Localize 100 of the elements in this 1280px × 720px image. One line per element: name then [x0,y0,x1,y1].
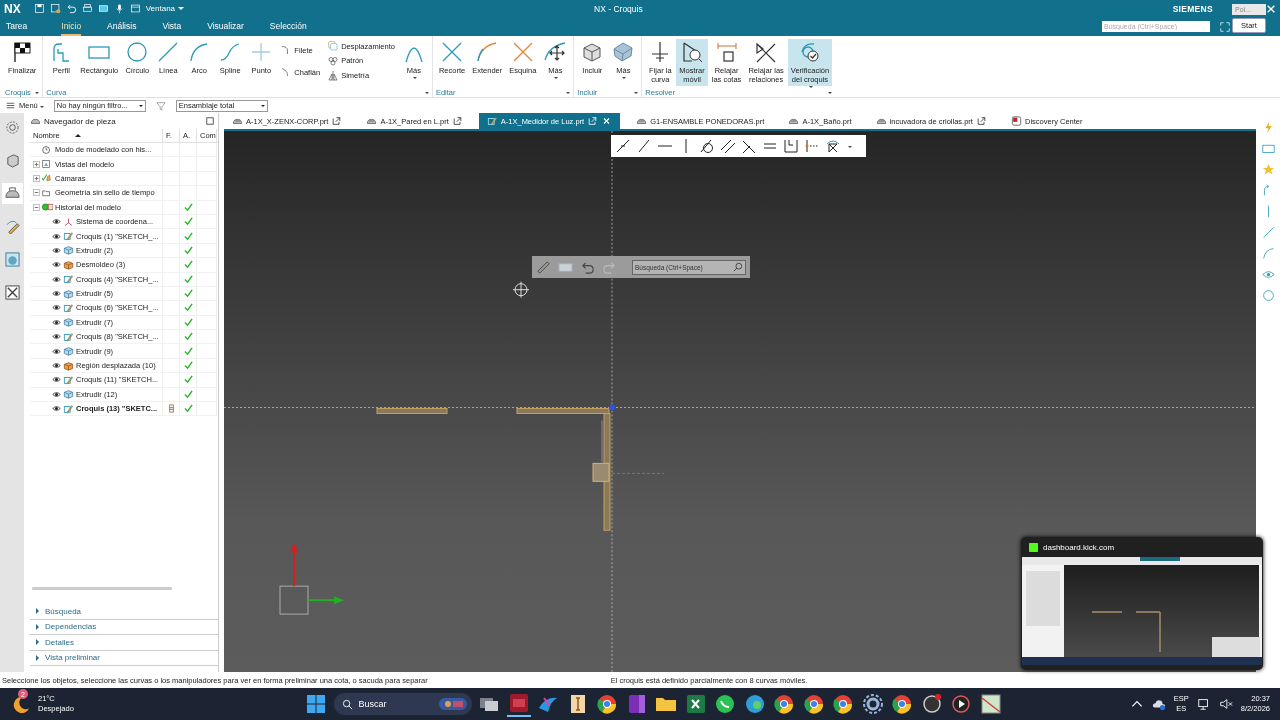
menu-tab[interactable]: Inicio [61,17,82,36]
section-header[interactable]: Búsqueda [30,604,218,620]
caret-icon [554,77,559,79]
relations-icon[interactable] [825,138,841,154]
expander-icon[interactable] [33,160,40,168]
app-logo-icon [1029,542,1038,552]
eye-icon[interactable] [52,346,61,356]
slash-line-icon[interactable] [636,138,652,154]
axes-icon [63,216,74,227]
maximize-icon[interactable] [206,117,214,125]
play-icon[interactable] [949,692,973,716]
windows-icon[interactable] [129,3,141,14]
axis-line [601,419,603,463]
perpendicular-icon[interactable] [741,138,757,154]
start-icon[interactable] [304,692,328,716]
part-icon [636,116,648,126]
cloud-icon[interactable] [1151,697,1166,711]
preview-window[interactable]: dashboard.kick.com [1021,537,1263,670]
chat-icon[interactable] [713,692,737,716]
screen-icon[interactable] [97,3,109,14]
sketch-icon [63,403,74,414]
caret-icon[interactable] [566,92,571,94]
menu-tab[interactable]: Visualizar [207,17,244,36]
block-icon [63,317,74,328]
caret-icon[interactable] [424,92,429,94]
circle-icon [125,40,150,64]
menu-tab[interactable]: Vista [162,17,182,36]
menu-tab[interactable]: Selección [269,17,307,36]
eye-icon[interactable] [52,389,61,399]
bracket-icon[interactable] [783,138,799,154]
undo-icon[interactable] [65,3,77,14]
open-window-icon[interactable] [975,116,987,126]
sketch-mark-icon [166,404,176,414]
eye-icon[interactable] [52,303,61,313]
eye-icon[interactable] [52,375,61,385]
caret-icon[interactable] [848,146,852,148]
caret-icon[interactable] [35,92,40,94]
menu-tab[interactable]: Análisis [107,17,137,36]
browser-icon[interactable] [801,692,826,716]
menu-tab[interactable]: Tarea [6,17,28,36]
point-on-line-icon[interactable] [615,138,631,154]
eye-icon[interactable] [52,231,61,241]
scrollbar[interactable] [32,587,172,590]
section-header[interactable]: Dependencias [30,619,218,635]
map-icon[interactable] [978,692,1003,716]
axis-arrow [290,542,298,588]
open-window-icon[interactable] [587,116,599,126]
search-icon[interactable] [733,262,743,272]
eye-icon[interactable] [52,317,61,327]
save-icon[interactable] [33,3,45,14]
eye-icon[interactable] [52,332,61,342]
browser-icon[interactable] [772,692,796,716]
parallel-lines-icon[interactable] [720,138,736,154]
sketch-icon [486,116,498,126]
muted-speaker-icon[interactable] [1218,697,1233,711]
crosshair-icon [512,281,530,299]
eye-icon[interactable] [52,217,61,227]
sketch-icon [63,374,74,385]
expander-icon[interactable] [33,189,40,197]
line-icon[interactable] [1261,226,1275,239]
moon-icon[interactable] [12,695,30,713]
open-window-icon[interactable] [451,116,463,126]
history-icon [42,202,53,213]
open-window-icon[interactable] [331,116,343,126]
views-icon [42,159,53,170]
print-icon[interactable] [81,3,93,14]
sketch-icon [63,303,74,313]
check-camera-icon [42,173,53,184]
eye-icon[interactable] [52,361,61,371]
browser-icon[interactable] [595,692,619,716]
tangent-circle-icon[interactable] [699,138,715,154]
section-header[interactable]: Detalles [30,635,218,651]
save-all-icon[interactable] [49,3,61,14]
caret-icon[interactable] [828,92,833,94]
eye-icon[interactable] [52,274,61,284]
expander-icon[interactable] [33,203,40,211]
fullscreen-icon[interactable] [1220,21,1230,32]
menu-icon[interactable] [6,101,15,110]
network-icon[interactable] [1196,697,1211,711]
app-icon[interactable] [506,691,531,717]
navigator-icon[interactable] [1,183,23,204]
taskbar-search[interactable]: Buscar [333,693,472,715]
star-icon[interactable] [1261,163,1275,176]
close-icon[interactable] [1266,3,1276,14]
caret-icon[interactable] [634,92,639,94]
browser-icon[interactable] [890,692,914,716]
rectangle-icon[interactable] [1261,142,1275,155]
caret-icon [412,77,417,79]
expander-icon[interactable] [33,174,40,182]
ruler-icon[interactable] [536,259,551,275]
window-menu[interactable]: Ventana [145,4,185,13]
eye-icon[interactable] [52,404,61,414]
origin-point [609,404,615,411]
eye-icon[interactable] [52,289,61,299]
eye-icon[interactable] [52,245,61,255]
eye-icon[interactable] [52,260,61,270]
gear-icon[interactable] [860,692,885,716]
browser-icon[interactable] [831,692,855,716]
section-header[interactable]: Vista preliminar [30,650,218,666]
dotted-line-icon[interactable] [804,138,820,154]
